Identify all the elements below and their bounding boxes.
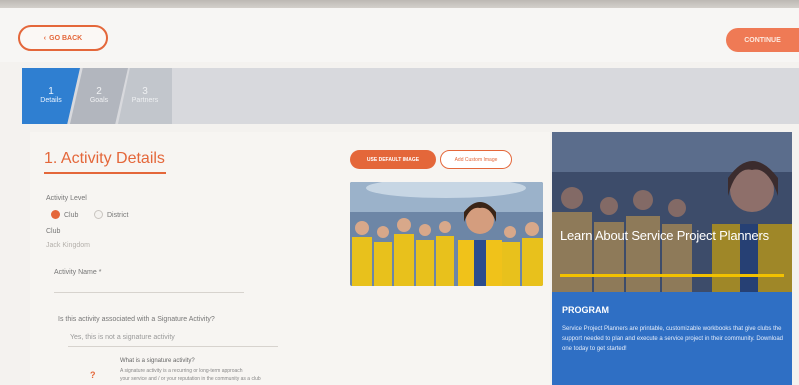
app-screen: ‹ GO BACK CONTINUE 1 Details 2 Goals 3 P… [0, 8, 799, 385]
radio-club-label: Club [64, 212, 79, 219]
promo-photo [552, 132, 792, 292]
step-goals[interactable]: 2 Goals [70, 68, 128, 124]
use-default-image-button[interactable]: USE DEFAULT IMAGE [350, 150, 436, 169]
step-label: Details [40, 97, 62, 104]
chevron-left-icon: ‹ [43, 34, 47, 42]
title-underline [44, 172, 166, 174]
step-partners[interactable]: 3 Partners [118, 68, 172, 124]
step-label: Goals [89, 97, 109, 104]
radio-district-label: District [107, 212, 129, 219]
step-progress-bar: 1 Details 2 Goals 3 Partners [22, 68, 799, 124]
activity-photo [350, 182, 543, 286]
promo-title: Learn About Service Project Planners [560, 228, 769, 243]
signature-info-line1: A signature activity is a recurring or l… [120, 368, 243, 374]
step-number: 1 [48, 86, 54, 97]
activity-name-label: Activity Name * [54, 269, 102, 276]
radio-district[interactable] [94, 210, 103, 219]
signature-question: Is this activity associated with a Signa… [58, 316, 215, 323]
promo-body: Service Project Planners are printable, … [562, 326, 784, 352]
radio-club[interactable] [51, 210, 60, 219]
step-details[interactable]: 1 Details [22, 68, 80, 124]
go-back-label: GO BACK [49, 34, 83, 42]
promo-accent-bar [560, 274, 784, 277]
step-label: Partners [131, 97, 159, 104]
activity-details-card: 1. Activity Details Activity Level Club … [30, 132, 550, 385]
service-project-promo: Learn About Service Project Planners PRO… [552, 132, 792, 385]
go-back-button[interactable]: ‹ GO BACK [18, 25, 108, 51]
signature-select[interactable]: Yes, this is not a signature activity [70, 334, 175, 341]
signature-info-title: What is a signature activity? [120, 358, 195, 364]
activity-name-input[interactable] [54, 292, 244, 293]
activity-level-label: Activity Level [46, 195, 87, 202]
step-number: 2 [96, 86, 102, 97]
add-custom-image-button[interactable]: Add Custom Image [440, 150, 512, 169]
club-label: Club [46, 228, 61, 235]
top-bar: ‹ GO BACK CONTINUE [0, 8, 799, 62]
signature-info-line2: your service and / or your reputation in… [120, 376, 261, 382]
question-icon: ? [90, 370, 96, 380]
signature-select-underline [68, 346, 278, 347]
club-select[interactable]: Jack Kingdom [46, 242, 90, 249]
section-title: 1. Activity Details [44, 150, 165, 167]
promo-section-label: PROGRAM [562, 305, 609, 315]
step-number: 3 [142, 86, 148, 97]
continue-button[interactable]: CONTINUE [726, 28, 799, 52]
